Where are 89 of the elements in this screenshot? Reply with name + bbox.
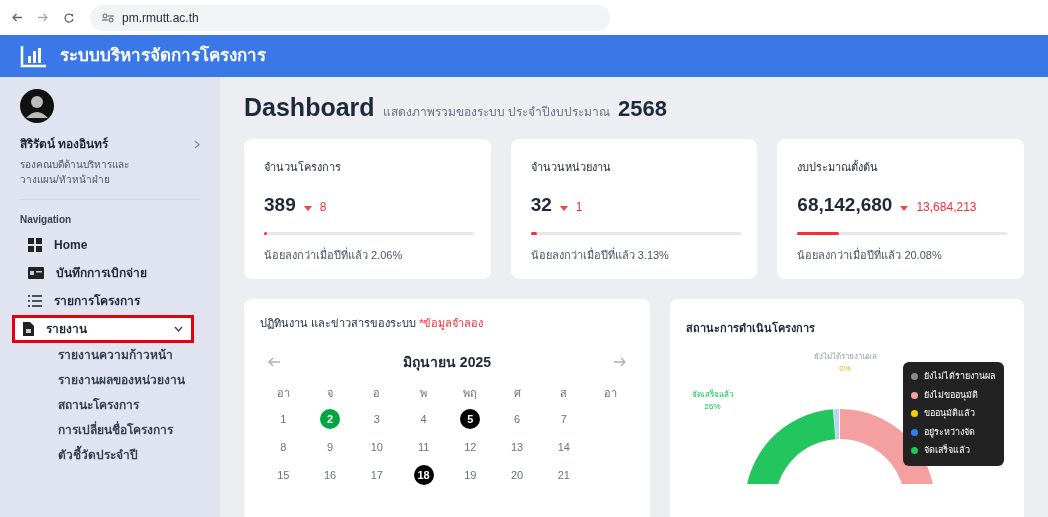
weekday-label: พฤ	[463, 385, 478, 401]
stat-value: 68,142,680	[797, 193, 893, 217]
calendar-day[interactable]: 16	[320, 465, 341, 485]
calendar-day[interactable]: 17	[366, 465, 387, 485]
nav-item[interactable]: บันทึกการเบิกจ่าย	[20, 259, 200, 287]
calendar-day[interactable]: 5	[460, 409, 481, 429]
user-name: สิริรัตน์ ทองอินทร์	[20, 136, 109, 153]
submenu-item[interactable]: รายงานผลของหน่วยงาน	[20, 368, 200, 393]
bar-chart-icon	[20, 44, 48, 68]
calendar-day[interactable]: 1	[273, 409, 294, 429]
stat-note: น้อยลงกว่าเมื่อปีที่แล้ว 3.13%	[530, 246, 670, 263]
stat-value: 389	[264, 193, 296, 217]
avatar-icon[interactable]	[20, 89, 54, 123]
site-settings-icon[interactable]	[102, 12, 114, 23]
stat-change: 1	[575, 199, 583, 216]
calendar-day[interactable]: 15	[273, 465, 294, 485]
page-title: Dashboard	[244, 92, 375, 123]
nav-item[interactable]: Home	[20, 231, 200, 259]
weekday-label: จ	[327, 385, 334, 401]
calendar-day[interactable]: 9	[320, 437, 341, 457]
stat-value: 32	[530, 193, 552, 217]
chart-value-label: 0%	[839, 363, 851, 375]
calendar-day[interactable]: 14	[553, 437, 574, 457]
reload-icon[interactable]	[64, 12, 74, 23]
weekday-label: ส	[560, 385, 568, 401]
down-caret-icon	[303, 206, 312, 211]
weekday-label: ศ	[513, 385, 521, 401]
calendar-day[interactable]: 8	[273, 437, 294, 457]
down-caret-icon	[900, 206, 909, 211]
stat-title: จำนวนโครงการ	[264, 159, 342, 175]
weekday-label: อา	[604, 385, 618, 401]
calendar-title: ปฏิทินงาน และข่าวสารของระบบ	[260, 317, 417, 329]
money-card-icon	[28, 267, 44, 279]
calendar-day[interactable]: 13	[507, 437, 528, 457]
weekday-label: พ	[420, 385, 428, 401]
calendar-day[interactable]: 20	[507, 465, 528, 485]
fiscal-year: 2568	[617, 95, 667, 123]
back-icon[interactable]	[12, 13, 22, 22]
stat-title: จำนวนหน่วยงาน	[530, 159, 612, 175]
page-subtitle: แสดงภาพรวมของระบบ ประจำปีงบประมาณ	[382, 104, 610, 121]
down-caret-icon	[559, 206, 568, 211]
calendar-day[interactable]: 6	[507, 409, 528, 429]
next-month-button[interactable]	[614, 357, 626, 367]
calendar-day[interactable]: 4	[413, 409, 434, 429]
submenu-item[interactable]: สถานะโครงการ	[20, 393, 200, 418]
nav-section-label: Navigation	[20, 213, 73, 227]
chart-value-label: 26%	[704, 401, 721, 413]
status-card-title: สถานะการดำเนินโครงการ	[686, 322, 815, 334]
weekday-label: อ	[373, 385, 381, 401]
user-role: รองคณบดีด้านบริหารและวางแผน/หัวหน้าฝ่าย	[20, 158, 130, 187]
chevron-down-icon	[174, 326, 183, 332]
calendar-day[interactable]: 2	[320, 409, 341, 429]
stat-change: 8	[319, 199, 327, 216]
calendar-day[interactable]: 7	[553, 409, 574, 429]
url-text: pm.rmutt.ac.th	[122, 9, 199, 27]
simulated-data-note: *ข้อมูลจำลอง	[419, 317, 484, 329]
stat-title: งบประมาณตั้งต้น	[797, 159, 880, 175]
submenu-item[interactable]: การเปลี่ยนชื่อโครงการ	[20, 418, 200, 443]
document-icon	[23, 322, 34, 336]
legend-label: ขออนุมัติแล้ว	[924, 407, 975, 421]
calendar-day[interactable]: 21	[553, 465, 574, 485]
app-title: ระบบบริหารจัดการโครงการ	[60, 44, 266, 68]
calendar-day[interactable]: 3	[366, 409, 387, 429]
calendar-day[interactable]: 18	[413, 465, 434, 485]
nav-item[interactable]: รายงาน	[12, 315, 194, 343]
stat-note: น้อยลงกว่าเมื่อปีที่แล้ว 2.06%	[264, 246, 404, 263]
legend-label: อยู่ระหว่างจัด	[924, 425, 975, 439]
calendar-day[interactable]: 19	[460, 465, 481, 485]
submenu-item[interactable]: รายงานความก้าวหน้า	[20, 343, 200, 368]
calendar-day[interactable]: 11	[413, 437, 434, 457]
stat-change: 13,684,213	[916, 199, 977, 216]
stat-note: น้อยลงกว่าเมื่อปีที่แล้ว 20.08%	[797, 246, 943, 263]
legend-label: ยังไม่ขออนุมัติ	[924, 388, 978, 402]
submenu-item[interactable]: ตัวชี้วัดประจำปี	[20, 443, 200, 468]
previous-month-button[interactable]	[268, 357, 280, 367]
chart-label: จัดเสร็จแล้ว	[692, 389, 733, 401]
grid-icon	[28, 238, 42, 252]
legend-label: ยังไม่ได้รายงานผล	[924, 370, 996, 383]
month-label: มิถุนายน 2025	[402, 352, 491, 373]
address-bar[interactable]: pm.rmutt.ac.th	[90, 4, 610, 31]
weekday-label: อา	[276, 385, 290, 401]
nav-item[interactable]: รายการโครงการ	[20, 287, 200, 315]
forward-icon[interactable]	[38, 13, 48, 22]
legend-label: จัดเสร็จแล้ว	[924, 444, 970, 457]
chevron-right-icon[interactable]	[194, 139, 200, 149]
list-icon	[28, 295, 42, 307]
calendar-day[interactable]: 12	[460, 437, 481, 457]
chart-label: ยังไม่ได้รายงานผล	[813, 351, 877, 363]
calendar-day[interactable]: 10	[366, 437, 387, 457]
